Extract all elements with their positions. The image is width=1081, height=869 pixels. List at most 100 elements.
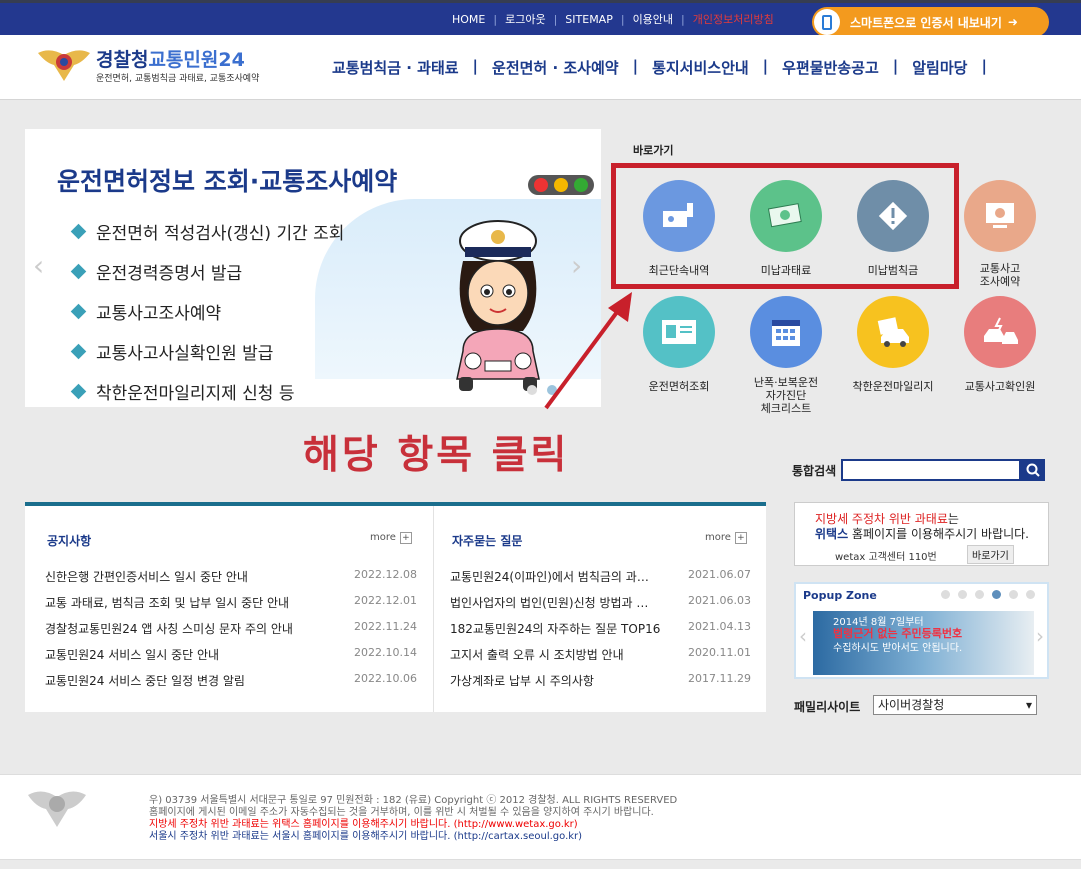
- banner-item[interactable]: 운전경력증명서 발급: [70, 251, 344, 291]
- main-banner: 운전면허정보 조회·교통조사예약 운전면허 적성검사(갱신) 기간 조회 운전경…: [25, 129, 601, 407]
- banner-item[interactable]: 착한운전마일리지제 신청 등: [70, 371, 344, 407]
- nav-notification[interactable]: 통지서비스안내: [652, 57, 749, 78]
- search-label: 통합검색: [792, 464, 837, 478]
- nav-notice[interactable]: 알림마당: [912, 57, 967, 78]
- list-item[interactable]: 교통민원24 서비스 중단 일정 변경 알림 2022.10.06: [45, 672, 417, 698]
- banner-item[interactable]: 교통사고사실확인원 발급: [70, 331, 344, 371]
- top-bar: HOME | 로그아웃 | SITEMAP | 이용안내 | 개인정보처리방침 스마트폰…: [0, 0, 1081, 37]
- wetax-go-button[interactable]: 바로가기: [967, 545, 1014, 564]
- popup-image[interactable]: 2014년 8월 7일부터 법령근거 없는 주민등록번호 수집하시도 받아서도 …: [813, 611, 1034, 675]
- list-item[interactable]: 182교통민원24의 자주하는 질문 TOP16 2021.04.13: [450, 620, 751, 646]
- banner-item[interactable]: 운전면허 적성검사(갱신) 기간 조회: [70, 211, 344, 251]
- footer: 우) 03739 서울특별시 서대문구 통일로 97 민원전화 : 182 (유…: [0, 774, 1081, 860]
- popup-next-icon[interactable]: ›: [1036, 624, 1044, 648]
- arrow-right-icon: ➜: [1007, 15, 1018, 29]
- diamond-bullet-icon: [70, 303, 87, 319]
- nav-license[interactable]: 운전면허 · 조사예약: [492, 57, 619, 78]
- annotation-arrow-icon: [544, 292, 632, 410]
- guide-link[interactable]: 이용안내: [633, 11, 673, 27]
- popup-dot[interactable]: [1026, 590, 1035, 599]
- quick-reckless-driving-checklist[interactable]: 난폭·보복운전 자가진단 체크리스트: [741, 296, 831, 415]
- police-officer-illustration: [456, 220, 540, 391]
- quick-good-driving-mileage[interactable]: 착한운전마일리지: [848, 296, 938, 393]
- quick-recent-violations[interactable]: 최근단속내역: [634, 180, 724, 277]
- camera-icon: [643, 180, 715, 252]
- quick-accident-reservation[interactable]: 교통사고 조사예약: [955, 180, 1045, 288]
- family-site-select[interactable]: 사이버경찰청: [873, 695, 1037, 715]
- list-item[interactable]: 교통 과태료, 범칙금 조회 및 납부 일시 중단 안내 2022.12.01: [45, 594, 417, 620]
- top-links: HOME | 로그아웃 | SITEMAP | 이용안내 | 개인정보처리방침: [452, 11, 774, 27]
- nav-fines[interactable]: 교통범칙금 · 과태료: [332, 57, 459, 78]
- quick-license-inquiry[interactable]: 운전면허조회: [634, 296, 724, 393]
- diamond-bullet-icon: [70, 343, 87, 359]
- home-link[interactable]: HOME: [452, 13, 485, 26]
- car-icon: [857, 296, 929, 368]
- accident-icon: [964, 296, 1036, 368]
- faq-more-button[interactable]: more +: [705, 532, 747, 544]
- notice-title: 공지사항: [47, 534, 92, 548]
- list-item[interactable]: 법인사업자의 법인(민원)신청 방법과 … 2021.06.03: [450, 594, 751, 620]
- footer-seoul-notice: 서울시 주정차 위반 과태료는 서울시 홈페이지를 이용해주시기 바랍니다. (…: [149, 831, 583, 842]
- logout-link[interactable]: 로그아웃: [505, 11, 545, 27]
- list-item[interactable]: 신한은행 간편인증서비스 일시 중단 안내 2022.12.08: [45, 568, 417, 594]
- notice-more-button[interactable]: more +: [370, 532, 412, 544]
- banner-next-icon[interactable]: ›: [571, 249, 582, 282]
- export-certificate-button[interactable]: 스마트폰으로 인증서 내보내기 ➜: [812, 7, 1049, 37]
- main-nav: 교통범칙금 · 과태료 | 운전면허 · 조사예약 | 통지서비스안내 | 우편물반송…: [332, 57, 987, 78]
- search-input[interactable]: [841, 459, 1021, 481]
- faq-board: 자주묻는 질문 more + 교통민원24(이파인)에서 범칙금의 과… 2021.…: [434, 506, 766, 712]
- notice-board: 공지사항 more + 신한은행 간편인증서비스 일시 중단 안내 2022.12.…: [25, 506, 434, 712]
- quick-accident-certificate[interactable]: 교통사고확인원: [955, 296, 1045, 393]
- popup-dot[interactable]: [941, 590, 950, 599]
- search-button[interactable]: [1020, 459, 1045, 481]
- diamond-bullet-icon: [70, 223, 87, 239]
- monitor-icon: [964, 180, 1036, 252]
- popup-prev-icon[interactable]: ‹: [799, 624, 807, 648]
- list-item[interactable]: 가상계좌로 납부 시 주의사항 2017.11.29: [450, 672, 751, 698]
- popup-dot[interactable]: [958, 590, 967, 599]
- diamond-bullet-icon: [70, 383, 87, 399]
- logo-title: 경찰청교통민원24: [96, 49, 245, 71]
- calendar-icon: [750, 296, 822, 368]
- list-item[interactable]: 경찰청교통민원24 앱 사칭 스미싱 문자 주의 안내 2022.11.24: [45, 620, 417, 646]
- popup-dot[interactable]: [992, 590, 1001, 599]
- id-card-icon: [643, 296, 715, 368]
- plus-icon: +: [399, 532, 412, 544]
- export-certificate-label: 스마트폰으로 인증서 내보내기: [850, 15, 1002, 30]
- nav-returned-mail[interactable]: 우편물반송공고: [782, 57, 879, 78]
- family-site-label: 패밀리사이트: [794, 700, 861, 714]
- banner-prev-icon[interactable]: ‹: [33, 249, 44, 282]
- diamond-bullet-icon: [70, 263, 87, 279]
- plus-icon: +: [734, 532, 747, 544]
- annotation-text: 해당 항목 클릭: [303, 433, 570, 478]
- popup-zone: Popup Zone ‹ › 2014년 8월 7일부터 법령근거 없는 주민등…: [794, 582, 1049, 679]
- faq-list: 교통민원24(이파인)에서 범칙금의 과… 2021.06.07 법인사업자의 법…: [450, 568, 751, 698]
- wetax-banner[interactable]: 지방세 주정차 위반 과태료는 위택스 홈페이지를 이용해주시기 바랍니다. w…: [794, 502, 1049, 566]
- list-item[interactable]: 고지서 출력 오류 시 조치방법 안내 2020.11.01: [450, 646, 751, 672]
- faq-title: 자주묻는 질문: [452, 534, 523, 548]
- quick-unpaid-fines[interactable]: 미납과태료: [741, 180, 831, 277]
- logo-subtitle: 운전면허, 교통범칙금 과태료, 교통조사예약: [96, 74, 260, 84]
- header: 경찰청교통민원24 운전면허, 교통범칙금 과태료, 교통조사예약 교통범칙금 …: [0, 35, 1081, 100]
- money-icon: [750, 180, 822, 252]
- popup-pagination: [941, 590, 1035, 599]
- site-logo[interactable]: 경찰청교통민원24 운전면허, 교통범칙금 과태료, 교통조사예약: [36, 43, 276, 88]
- sitemap-link[interactable]: SITEMAP: [565, 13, 613, 26]
- banner-list: 운전면허 적성검사(갱신) 기간 조회 운전경력증명서 발급 교통사고조사예약 …: [70, 211, 344, 407]
- popup-dot[interactable]: [1009, 590, 1018, 599]
- notice-list: 신한은행 간편인증서비스 일시 중단 안내 2022.12.08 교통 과태료, …: [45, 568, 417, 698]
- police-emblem-icon: [38, 50, 90, 81]
- smartphone-icon: [814, 9, 840, 35]
- banner-item[interactable]: 교통사고조사예약: [70, 291, 344, 331]
- privacy-link[interactable]: 개인정보처리방침: [693, 11, 774, 27]
- popup-title: Popup Zone: [803, 589, 877, 602]
- banner-dot[interactable]: [527, 385, 537, 395]
- wetax-contact: wetax 고객센터 110번: [835, 552, 937, 563]
- list-item[interactable]: 교통민원24(이파인)에서 범칙금의 과… 2021.06.07: [450, 568, 751, 594]
- banner-title: 운전면허정보 조회·교통조사예약: [57, 167, 398, 196]
- boards: 공지사항 more + 신한은행 간편인증서비스 일시 중단 안내 2022.12.…: [25, 502, 766, 712]
- list-item[interactable]: 교통민원24 서비스 일시 중단 안내 2022.10.14: [45, 646, 417, 672]
- quick-unpaid-penalties[interactable]: 미납범칙금: [848, 180, 938, 277]
- popup-dot[interactable]: [975, 590, 984, 599]
- warning-icon: [857, 180, 929, 252]
